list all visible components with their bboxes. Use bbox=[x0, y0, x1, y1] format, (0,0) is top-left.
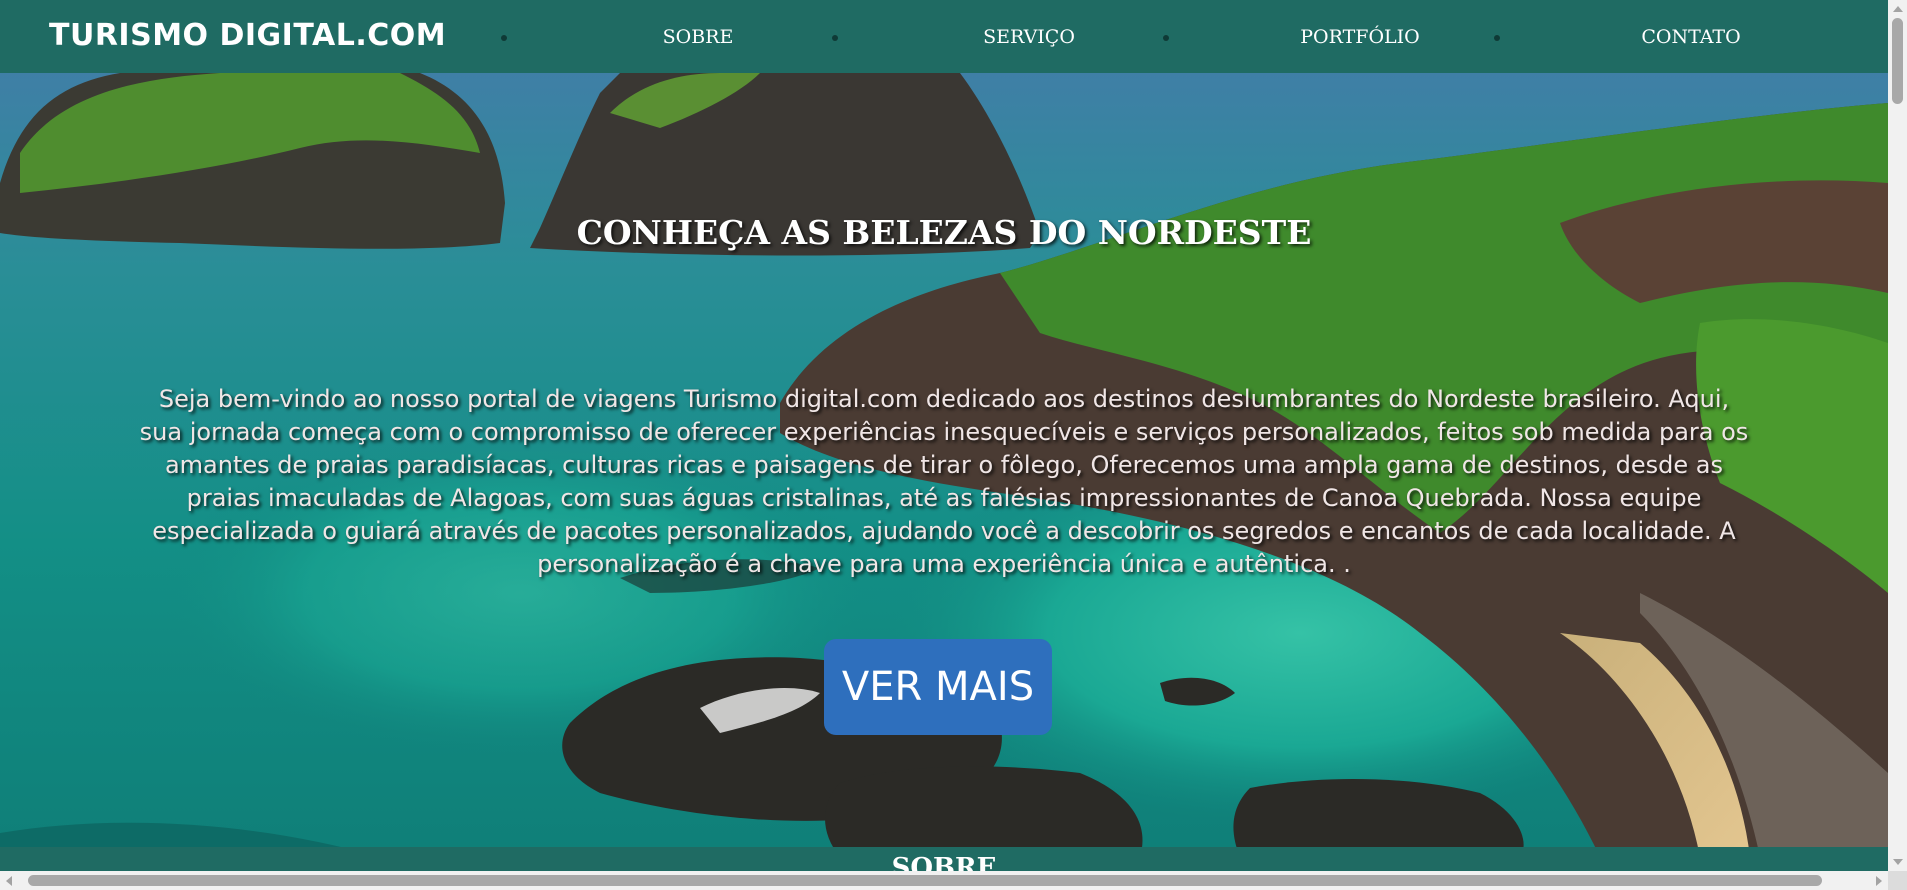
hero-description: Seja bem-vindo ao nosso portal de viagen… bbox=[139, 385, 1749, 578]
hero-section: CONHEÇA AS BELEZAS DO NORDESTE Seja bem-… bbox=[0, 73, 1888, 857]
horizontal-scroll-thumb[interactable] bbox=[28, 875, 1822, 886]
ver-mais-button[interactable]: VER MAIS bbox=[824, 639, 1052, 735]
scroll-up-arrow-icon[interactable] bbox=[1893, 6, 1903, 12]
brand-logo-text[interactable]: TURISMO DIGITAL.COM bbox=[49, 18, 446, 53]
nav-bullet bbox=[1163, 35, 1169, 41]
nav-bullet bbox=[501, 35, 507, 41]
nav-bullet bbox=[1494, 35, 1500, 41]
scroll-left-arrow-icon[interactable] bbox=[6, 876, 12, 886]
scroll-down-arrow-icon[interactable] bbox=[1893, 859, 1903, 865]
nav-link-sobre[interactable]: SOBRE bbox=[620, 26, 776, 48]
scroll-right-arrow-icon[interactable] bbox=[1876, 876, 1882, 886]
top-navbar: TURISMO DIGITAL.COM SOBRE SERVIÇO PORTFÓ… bbox=[0, 0, 1888, 73]
page-viewport: TURISMO DIGITAL.COM SOBRE SERVIÇO PORTFÓ… bbox=[0, 0, 1907, 890]
nav-link-portfolio[interactable]: PORTFÓLIO bbox=[1280, 26, 1440, 48]
horizontal-scrollbar[interactable] bbox=[0, 871, 1888, 890]
vertical-scroll-thumb[interactable] bbox=[1892, 18, 1903, 104]
nav-link-servico[interactable]: SERVIÇO bbox=[950, 26, 1108, 48]
nav-link-contato[interactable]: CONTATO bbox=[1612, 26, 1770, 48]
vertical-scrollbar[interactable] bbox=[1888, 0, 1907, 871]
nav-bullet bbox=[832, 35, 838, 41]
hero-title: CONHEÇA AS BELEZAS DO NORDESTE bbox=[576, 213, 1312, 252]
scrollbar-corner bbox=[1888, 871, 1907, 890]
